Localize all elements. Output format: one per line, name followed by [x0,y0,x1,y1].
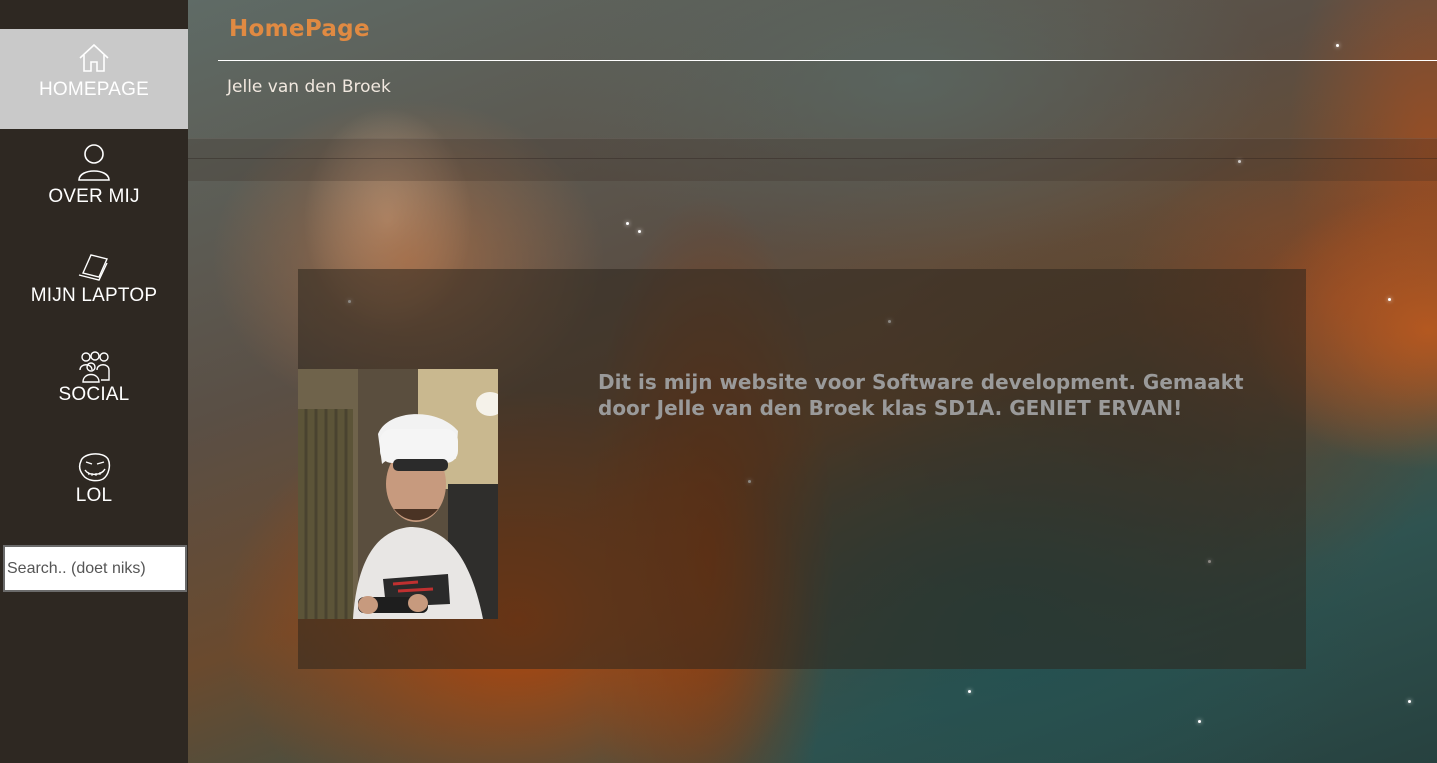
page-title: HomePage [229,16,370,42]
sidebar-item-label: MIJN LAPTOP [30,285,158,306]
laptop-icon [78,254,108,281]
trollface-icon [78,453,111,482]
sidebar-item-mijn-laptop[interactable]: MIJN LAPTOP [0,240,188,340]
intro-text: Dit is mijn website voor Software develo… [598,370,1244,420]
home-icon [79,43,109,72]
sidebar-item-label: SOCIAL [58,384,130,405]
sidebar-item-label: HOMEPAGE [39,79,149,100]
header-divider [218,60,1437,61]
header-band-divider [188,158,1437,159]
sidebar-item-label: OVER MIJ [48,186,140,207]
profile-photo [298,369,498,619]
author-name: Jelle van den Broek [227,77,391,97]
sidebar-item-label: LOL [75,485,113,506]
people-group-icon [79,351,110,383]
sidebar-item-social[interactable]: SOCIAL [0,340,188,440]
search-input[interactable] [2,544,188,593]
sidebar-item-lol[interactable]: LOL [0,440,188,540]
user-icon [78,144,110,181]
profile-photo-illustration [298,369,498,619]
sidebar-item-over-mij[interactable]: OVER MIJ [0,130,188,230]
sidebar: HOMEPAGE OVER MIJ MIJN LAPTOP SOCIAL LOL… [0,0,188,763]
sidebar-item-homepage[interactable]: HOMEPAGE [0,29,188,129]
header-band [188,138,1437,181]
